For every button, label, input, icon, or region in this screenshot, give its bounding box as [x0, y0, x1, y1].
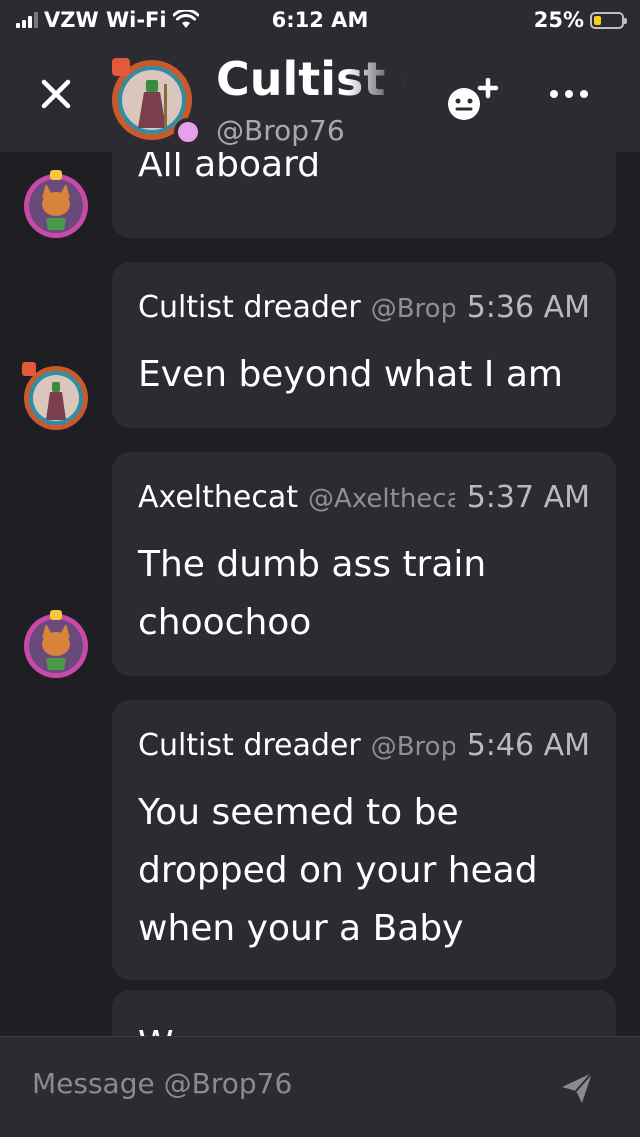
more-icon[interactable]	[548, 84, 590, 104]
message-meta: Axelthecat @Axelthecat 5:37 AM	[138, 480, 590, 515]
avatar[interactable]	[20, 168, 92, 240]
battery-status: 25%	[533, 8, 627, 32]
message-input[interactable]: Message @Brop76	[32, 1067, 292, 1100]
message-text: W	[138, 1016, 594, 1036]
message-author[interactable]: Axelthecat	[138, 480, 298, 515]
message-bubble[interactable]: Axelthecat @Axelthecat 5:37 AM The dumb …	[112, 452, 616, 676]
message-meta: Cultist dreader @Brop76 5:36 AM	[138, 290, 590, 325]
message-text: All aboard	[138, 152, 321, 185]
message-text: The dumb ass train choochoo	[138, 544, 487, 643]
message-time: 5:37 AM	[466, 480, 590, 515]
avatar[interactable]	[20, 608, 92, 680]
send-icon[interactable]	[560, 1071, 594, 1105]
message-bubble[interactable]: All aboard	[112, 152, 616, 238]
message-handle: @Brop76	[370, 732, 455, 762]
message-bubble[interactable]: Cultist dreader @Brop76 5:46 AM You seem…	[112, 700, 616, 980]
message-composer: Message @Brop76	[0, 1036, 640, 1137]
page-title[interactable]: Cultist dreader	[216, 52, 406, 106]
message-list[interactable]: All aboard Cultist dreader @Brop76 5:36 …	[0, 152, 640, 1036]
close-icon[interactable]	[36, 74, 76, 114]
message-text: Even beyond what I am	[138, 354, 563, 395]
message-author[interactable]: Cultist dreader	[138, 728, 361, 763]
message-meta: Cultist dreader @Brop76 5:46 AM	[138, 728, 590, 763]
avatar[interactable]	[20, 360, 92, 432]
conversation-header: Cultist dreader @Brop76	[0, 40, 640, 152]
message-handle: @Axelthecat	[308, 484, 455, 514]
message-author[interactable]: Cultist dreader	[138, 290, 361, 325]
battery-icon	[590, 11, 627, 29]
online-status-dot	[174, 118, 202, 146]
add-friend-icon[interactable]	[444, 78, 500, 122]
status-bar: VZW Wi-Fi 6:12 AM 25%	[0, 0, 640, 40]
message-time: 5:46 AM	[466, 728, 590, 763]
message-handle: @Brop76	[370, 294, 455, 324]
battery-percent: 25%	[533, 8, 584, 32]
header-handle: @Brop76	[216, 114, 345, 147]
message-time: 5:36 AM	[466, 290, 590, 325]
message-bubble[interactable]: W	[112, 990, 616, 1036]
message-bubble[interactable]: Cultist dreader @Brop76 5:36 AM Even bey…	[112, 262, 616, 428]
message-text: You seemed to be dropped on your head wh…	[138, 792, 538, 949]
